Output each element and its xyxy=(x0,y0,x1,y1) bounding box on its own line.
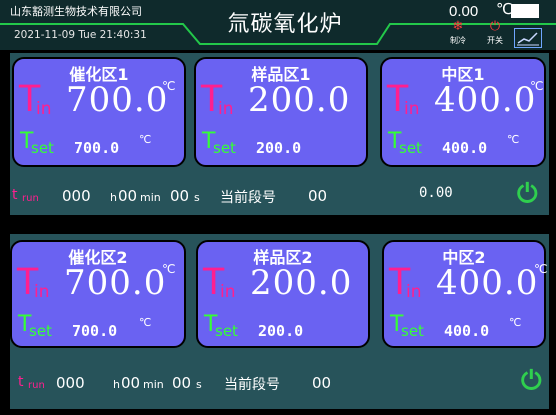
header-temperature: 0.00 xyxy=(449,3,479,20)
furnace-section-1: 催化区1 T in 700.0 ℃ T set 700.0 ℃ 样品区1 T i… xyxy=(10,53,549,215)
run-status-row-1: t run 000 h 00 min 00 s 当前段号 00 0.00 ⏻ xyxy=(10,179,549,211)
tset-unit: ℃ xyxy=(139,133,152,146)
hours-label: h xyxy=(113,378,120,391)
company-name: 山东豁测生物技术有限公司 xyxy=(10,5,142,18)
tset-unit: ℃ xyxy=(509,316,522,329)
power-icon[interactable]: ⏻ xyxy=(521,366,542,397)
tset-value[interactable]: 400.0 xyxy=(442,139,487,157)
run-time-subscript: run xyxy=(28,380,45,391)
cooling-toggle-button[interactable]: ❄ 制冷 xyxy=(443,20,473,46)
tin-value: 700.0 xyxy=(64,263,167,303)
seconds-label: s xyxy=(194,191,200,204)
app-title: 氚碳氧化炉 xyxy=(227,12,343,37)
tset-subscript: set xyxy=(215,322,238,340)
zone-card-sample-1[interactable]: 样品区1 T in 200.0 T set 200.0 xyxy=(194,57,368,167)
furnace-section-2: 催化区2 T in 700.0 ℃ T set 700.0 ℃ 样品区2 T i… xyxy=(10,234,549,409)
seconds-value: 00 xyxy=(170,187,190,205)
tset-subscript: set xyxy=(213,139,236,157)
tin-unit: ℃ xyxy=(162,79,176,93)
zone-card-middle-1[interactable]: 中区1 T in 400.0 ℃ T set 400.0 ℃ xyxy=(380,57,546,167)
tset-subscript: set xyxy=(399,139,422,157)
power-icon: ⏻ xyxy=(489,19,501,34)
tin-unit: ℃ xyxy=(530,79,544,93)
trend-chart-icon xyxy=(517,32,539,46)
tset-subscript: set xyxy=(401,322,424,340)
seconds-label: s xyxy=(196,378,202,391)
tin-subscript: in xyxy=(220,282,236,302)
tin-subscript: in xyxy=(36,99,52,119)
tin-subscript: in xyxy=(404,99,420,119)
tset-value[interactable]: 700.0 xyxy=(74,139,119,157)
tin-unit: ℃ xyxy=(534,262,548,276)
snowflake-icon: ❄ xyxy=(452,19,464,34)
header-temperature-bar xyxy=(511,4,539,18)
run-time-subscript: run xyxy=(22,193,39,204)
power-icon[interactable]: ⏻ xyxy=(517,179,538,210)
tin-value: 200.0 xyxy=(248,80,351,120)
segment-label: 当前段号 xyxy=(220,190,276,206)
segment-value: 00 xyxy=(312,374,332,392)
tin-value: 400.0 xyxy=(436,263,539,303)
tset-unit: ℃ xyxy=(507,133,520,146)
zone-card-middle-2[interactable]: 中区2 T in 400.0 ℃ T set 400.0 ℃ xyxy=(382,240,548,348)
tset-value[interactable]: 400.0 xyxy=(444,322,489,340)
trend-chart-button[interactable] xyxy=(514,28,542,48)
minutes-label: min xyxy=(140,191,161,204)
tset-unit: ℃ xyxy=(139,316,152,329)
tin-subscript: in xyxy=(218,99,234,119)
tset-subscript: set xyxy=(29,322,52,340)
power-label: 开关 xyxy=(487,36,503,45)
run-time-label: t xyxy=(18,374,24,390)
run-time-label: t xyxy=(12,187,18,203)
run-time-value: 000 xyxy=(56,374,85,392)
tin-value: 700.0 xyxy=(66,80,169,120)
segment-value: 00 xyxy=(308,187,328,205)
tset-value[interactable]: 700.0 xyxy=(72,322,117,340)
run-extra-value: 0.00 xyxy=(419,185,453,201)
hours-label: h xyxy=(110,191,117,204)
datetime-display: 2021-11-09 Tue 21:40:31 xyxy=(14,29,147,41)
hours-value: 00 xyxy=(121,374,141,392)
tin-value: 200.0 xyxy=(250,263,353,303)
tset-value[interactable]: 200.0 xyxy=(258,322,303,340)
tin-subscript: in xyxy=(406,282,422,302)
zone-card-sample-2[interactable]: 样品区2 T in 200.0 T set 200.0 xyxy=(196,240,370,348)
tset-subscript: set xyxy=(31,139,54,157)
zone-card-catalyst-1[interactable]: 催化区1 T in 700.0 ℃ T set 700.0 ℃ xyxy=(12,57,186,167)
header-bar: 山东豁测生物技术有限公司 2021-11-09 Tue 21:40:31 氚碳氧… xyxy=(0,0,556,50)
power-toggle-button[interactable]: ⏻ 开关 xyxy=(480,20,510,46)
seconds-value: 00 xyxy=(172,374,192,392)
zone-card-catalyst-2[interactable]: 催化区2 T in 700.0 ℃ T set 700.0 ℃ xyxy=(10,240,186,348)
minutes-label: min xyxy=(143,378,164,391)
tin-subscript: in xyxy=(34,282,50,302)
hours-value: 00 xyxy=(118,187,138,205)
tin-value: 400.0 xyxy=(434,80,537,120)
cooling-label: 制冷 xyxy=(450,36,466,45)
segment-label: 当前段号 xyxy=(224,377,280,393)
tset-value[interactable]: 200.0 xyxy=(256,139,301,157)
run-status-row-2: t run 000 h 00 min 00 s 当前段号 00 ⏻ xyxy=(10,366,549,398)
tin-unit: ℃ xyxy=(162,262,176,276)
run-time-value: 000 xyxy=(62,187,91,205)
